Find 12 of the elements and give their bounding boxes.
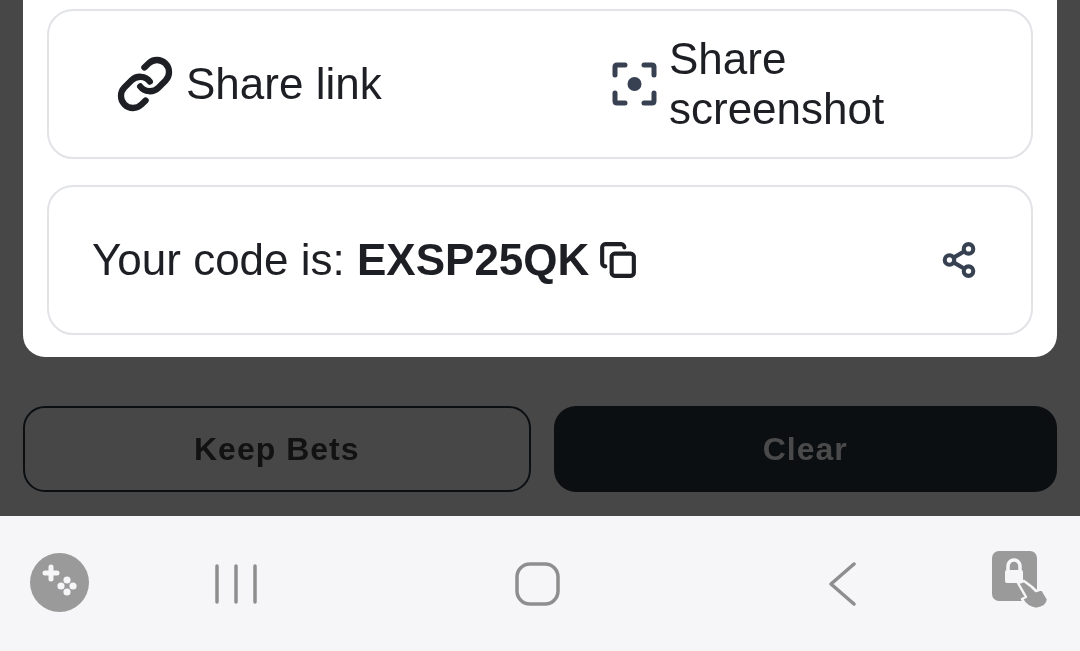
screenshot-icon bbox=[612, 62, 657, 106]
back-icon[interactable] bbox=[828, 562, 856, 606]
share-screenshot-button[interactable]: Share screenshot bbox=[540, 11, 1031, 157]
lock-touch-icon[interactable] bbox=[992, 551, 1050, 610]
gamepad-icon[interactable] bbox=[30, 553, 89, 612]
share-icon[interactable] bbox=[940, 241, 978, 279]
link-icon bbox=[116, 55, 174, 113]
copy-icon[interactable] bbox=[599, 241, 638, 279]
recent-apps-icon[interactable] bbox=[215, 564, 257, 604]
home-icon[interactable] bbox=[515, 562, 560, 606]
referral-code-text: Your code is: EXSP25QK bbox=[92, 235, 590, 285]
share-link-button[interactable]: Share link bbox=[49, 11, 540, 157]
